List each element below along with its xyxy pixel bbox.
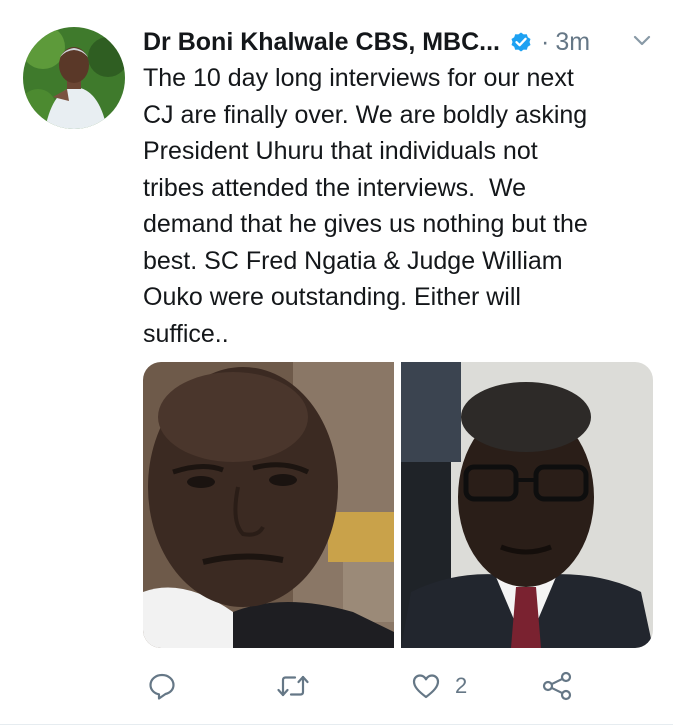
retweet-button[interactable]: [276, 668, 310, 704]
tweet-media[interactable]: [143, 362, 653, 648]
timestamp[interactable]: 3m: [555, 28, 590, 57]
share-icon: [542, 671, 572, 701]
tweet-actions: 2: [143, 668, 653, 704]
separator-dot: ·: [540, 27, 550, 56]
heart-icon: [412, 674, 440, 699]
tweet-header: Dr Boni Khalwale CBS, MBC... · 3m: [143, 24, 653, 60]
avatar[interactable]: [23, 27, 125, 129]
like-count: 2: [455, 673, 468, 698]
photo-william-ouko[interactable]: [401, 362, 653, 648]
share-button[interactable]: [541, 668, 573, 704]
reply-icon: [149, 673, 175, 700]
verified-badge-icon: [509, 30, 533, 54]
tweet-card[interactable]: Dr Boni Khalwale CBS, MBC... · 3m The 10…: [0, 0, 673, 725]
reply-button[interactable]: [147, 668, 177, 704]
author-name[interactable]: Dr Boni Khalwale CBS, MBC...: [143, 28, 500, 57]
photo-fred-ngatia[interactable]: [143, 362, 394, 648]
retweet-icon: [277, 675, 309, 697]
like-button[interactable]: 2: [411, 668, 467, 704]
chevron-down-icon[interactable]: [631, 30, 653, 52]
tweet-text: The 10 day long interviews for our next …: [143, 64, 588, 348]
